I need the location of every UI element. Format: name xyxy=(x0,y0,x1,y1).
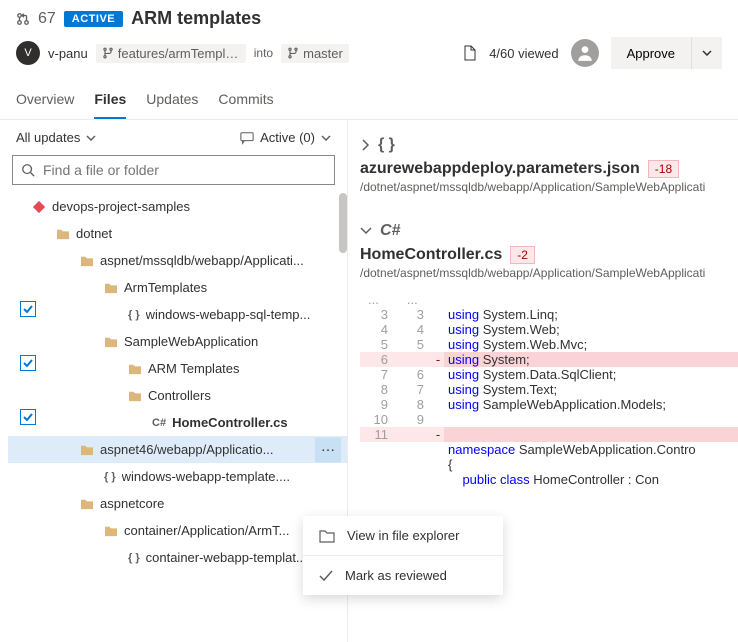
file-title[interactable]: azurewebappdeploy.parameters.json xyxy=(360,160,640,178)
folder-icon xyxy=(128,390,142,402)
chevron-down-icon xyxy=(702,50,712,56)
tree-folder[interactable]: container/Application/ArmT... xyxy=(8,517,347,544)
file-block: { } azurewebappdeploy.parameters.json -1… xyxy=(360,132,738,194)
avatar[interactable]: V xyxy=(16,41,40,65)
folder-icon xyxy=(56,228,70,240)
json-file-icon: { } xyxy=(104,471,116,483)
file-block: C# HomeController.cs -2 /dotnet/aspnet/m… xyxy=(360,218,738,487)
folder-icon xyxy=(128,363,142,375)
tab-overview[interactable]: Overview xyxy=(16,81,74,119)
pr-number: 67 xyxy=(38,10,56,28)
tab-commits[interactable]: Commits xyxy=(218,81,273,119)
csharp-file-icon: C# xyxy=(152,417,166,429)
tree-folder[interactable]: aspnet46/webapp/Applicatio... xyxy=(8,436,347,463)
folder-icon xyxy=(104,282,118,294)
updates-filter[interactable]: All updates xyxy=(16,130,96,145)
diff-stat: -2 xyxy=(510,246,535,264)
folder-icon xyxy=(80,498,94,510)
tree-folder[interactable]: aspnetcore xyxy=(8,490,347,517)
file-path: /dotnet/aspnet/mssqldb/webapp/Applicatio… xyxy=(360,180,738,194)
tree-folder[interactable]: ARM Templates xyxy=(8,355,347,382)
file-tree: devops-project-samples dotnet aspnet/mss… xyxy=(0,193,347,642)
tab-files[interactable]: Files xyxy=(94,81,126,119)
folder-icon xyxy=(80,444,94,456)
check-icon xyxy=(319,570,333,582)
expand-chevron[interactable] xyxy=(360,139,370,151)
status-badge: ACTIVE xyxy=(64,11,123,27)
tree-folder[interactable]: dotnet xyxy=(8,220,347,247)
tree-folder[interactable]: aspnet/mssqldb/webapp/Applicati... xyxy=(8,247,347,274)
pull-request-icon xyxy=(16,12,30,26)
folder-icon xyxy=(104,336,118,348)
tab-bar: Overview Files Updates Commits xyxy=(0,81,738,120)
repo-icon xyxy=(32,200,46,214)
tree-folder[interactable]: Controllers xyxy=(8,382,347,409)
tree-root[interactable]: devops-project-samples xyxy=(8,193,347,220)
viewed-count: 4/60 viewed xyxy=(489,46,558,61)
file-icon xyxy=(463,45,477,61)
branch-icon xyxy=(287,47,299,59)
folder-icon xyxy=(319,529,335,543)
tree-folder[interactable]: ArmTemplates xyxy=(8,274,347,301)
comments-filter[interactable]: Active (0) xyxy=(240,130,331,145)
tree-file[interactable]: { } windows-webapp-sql-temp... xyxy=(8,301,347,328)
file-type-badge: C# xyxy=(380,222,400,240)
context-menu: View in file explorer Mark as reviewed xyxy=(303,516,503,595)
collapse-chevron[interactable] xyxy=(360,227,372,235)
target-branch[interactable]: master xyxy=(281,44,349,63)
json-file-icon: { } xyxy=(128,552,140,564)
approve-button[interactable]: Approve xyxy=(611,37,691,69)
code-diff: ...... 33using System.Linq; 44using Syst… xyxy=(360,292,738,487)
chevron-down-icon xyxy=(86,135,96,141)
branch-icon xyxy=(102,47,114,59)
approve-dropdown[interactable] xyxy=(691,37,722,69)
folder-icon xyxy=(80,255,94,267)
tree-file[interactable]: C# HomeController.cs xyxy=(8,409,347,436)
file-path: /dotnet/aspnet/mssqldb/webapp/Applicatio… xyxy=(360,266,738,280)
more-actions-button[interactable]: ⋯ xyxy=(315,437,341,462)
file-type-badge: { } xyxy=(378,136,395,154)
folder-icon xyxy=(104,525,118,537)
diff-stat: -18 xyxy=(648,160,679,178)
username[interactable]: v-panu xyxy=(48,46,88,61)
tree-file[interactable]: { } windows-webapp-template.... xyxy=(8,463,347,490)
into-label: into xyxy=(254,46,273,60)
search-box[interactable] xyxy=(12,155,335,185)
view-in-explorer-item[interactable]: View in file explorer xyxy=(303,516,503,555)
search-icon xyxy=(21,163,35,177)
source-branch[interactable]: features/armTemplat... xyxy=(96,44,246,63)
json-file-icon: { } xyxy=(128,309,140,321)
reviewer-icon[interactable] xyxy=(571,39,599,67)
search-input[interactable] xyxy=(43,162,326,178)
tree-folder[interactable]: SampleWebApplication xyxy=(8,328,347,355)
tree-file[interactable]: { } container-webapp-templat... xyxy=(8,544,347,571)
mark-reviewed-item[interactable]: Mark as reviewed xyxy=(303,556,503,595)
comment-icon xyxy=(240,131,254,145)
pr-title: ARM templates xyxy=(131,8,261,29)
tab-updates[interactable]: Updates xyxy=(146,81,198,119)
file-title[interactable]: HomeController.cs xyxy=(360,246,502,264)
chevron-down-icon xyxy=(321,135,331,141)
